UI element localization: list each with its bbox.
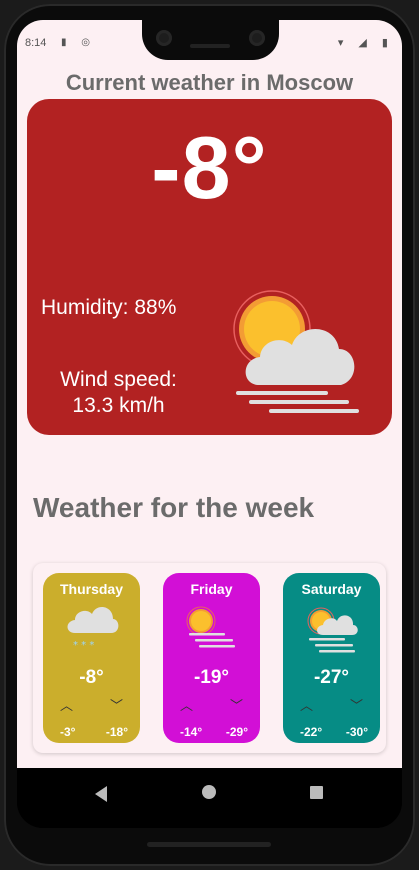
system-status-icons: ▾ ◢ ▮ [337,37,394,49]
week-section-title: Weather for the week [33,492,315,523]
camera-icon [249,30,265,46]
forecast-card-friday[interactable]: Friday -19° ︿ ﹀ -14° -29° [163,573,260,743]
svg-text:* * *: * * * [73,640,94,651]
temp-min: -22° [300,725,323,739]
sun-fog-icon [186,606,235,648]
day-temperature: -19° [193,667,230,688]
page-title: Current weather in Moscow [65,70,354,95]
humidity-label: Humidity: 88% [41,296,177,319]
day-name: Saturday [301,581,362,597]
sun-cloud-fog-icon [233,290,359,413]
chevron-down-icon[interactable]: ﹀ [230,695,243,714]
chevron-up-icon[interactable]: ︿ [60,695,73,714]
status-time: 8:14 [25,37,47,49]
current-weather-card: -8° Humidity: 88% Wind speed: 13.3 km/h [27,99,392,435]
notification-icons: ▮ ◎ [61,37,97,48]
earpiece [190,44,230,48]
forecast-list[interactable]: Thursday * * * -8° ︿ ﹀ -3° -18° Friday -… [33,563,386,753]
chevron-down-icon[interactable]: ﹀ [110,695,123,714]
chevron-up-icon[interactable]: ︿ [180,695,193,714]
snow-cloud-icon: * * * [67,606,119,651]
day-temperature: -27° [313,667,350,688]
temp-min: -14° [180,725,203,739]
day-name: Thursday [59,581,123,597]
back-icon[interactable] [95,786,107,802]
wind-speed-value: 13.3 km/h [72,394,165,417]
temp-min: -3° [60,725,76,739]
temp-max: -29° [225,725,248,739]
navigation-bar [17,768,402,828]
recents-icon[interactable] [310,786,323,799]
temp-max: -30° [345,725,368,739]
camera-notch [142,20,279,60]
temp-max: -18° [105,725,128,739]
bottom-speaker [147,842,271,847]
day-name: Friday [190,581,233,597]
chevron-up-icon[interactable]: ︿ [300,695,313,714]
screen: 8:14 ▮ ◎ ▾ ◢ ▮ Current weather in Moscow… [17,20,402,828]
camera-icon [156,30,172,46]
wind-speed: Wind speed: 13.3 km/h [41,367,196,419]
weather-app: Current weather in Moscow -8° Humidity: … [17,56,402,768]
current-temperature: -8° [151,118,268,217]
sun-cloud-fog-icon [307,607,358,653]
forecast-card-thursday[interactable]: Thursday * * * -8° ︿ ﹀ -3° -18° [43,573,140,743]
home-icon[interactable] [202,785,216,799]
forecast-card-saturday[interactable]: Saturday -27° ︿ ﹀ -22° -30° [283,573,380,743]
chevron-down-icon[interactable]: ﹀ [350,695,363,714]
day-temperature: -8° [79,667,104,688]
wind-speed-label: Wind speed: [60,368,177,391]
